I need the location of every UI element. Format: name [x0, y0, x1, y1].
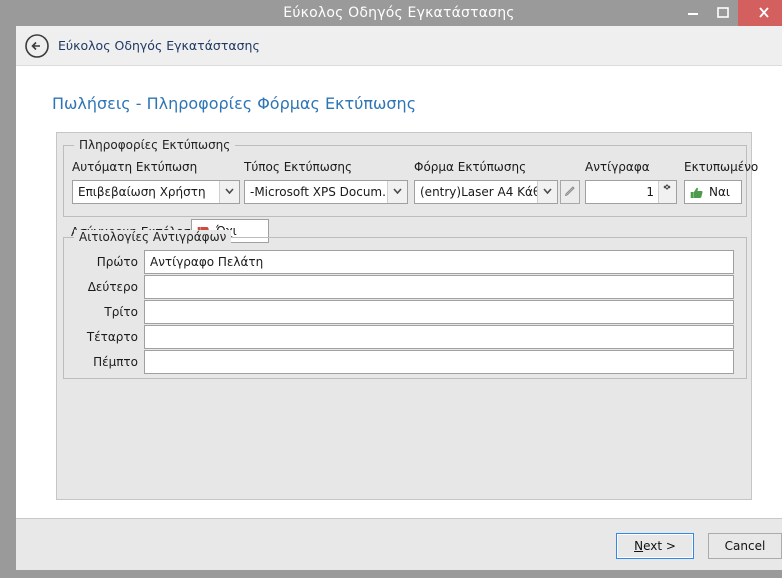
- reason-5-input[interactable]: [144, 350, 734, 374]
- print-type-combobox[interactable]: -Microsoft XPS Docum...: [244, 180, 408, 204]
- copies-spin-buttons[interactable]: [658, 181, 676, 203]
- reason-3-input[interactable]: [144, 300, 734, 324]
- minimize-button[interactable]: [678, 0, 708, 26]
- navigation-title: Εύκολος Οδηγός Εγκατάστασης: [58, 38, 260, 53]
- minimize-icon: [688, 13, 698, 15]
- reason-1-value: Αντίγραφο Πελάτη: [150, 255, 264, 269]
- copies-spinner[interactable]: 1: [585, 180, 677, 204]
- copy-reasons-group: Αιτιολογίες Αντιγράφων Πρώτο Αντίγραφο Π…: [63, 230, 747, 379]
- thumbs-up-icon: [690, 185, 704, 203]
- reason-4-input[interactable]: [144, 325, 734, 349]
- maximize-button[interactable]: [708, 0, 738, 26]
- copies-value: 1: [646, 185, 654, 199]
- chevron-down-icon[interactable]: [537, 181, 557, 203]
- reason-1-label: Πρώτο: [96, 255, 138, 269]
- chevron-down-icon: [663, 185, 671, 190]
- page-title: Πωλήσεις - Πληροφορίες Φόρμας Εκτύπωσης: [52, 94, 417, 113]
- title-bar: Εύκολος Οδηγός Εγκατάστασης: [8, 0, 782, 26]
- copy-reasons-group-legend: Αιτιολογίες Αντιγράφων: [74, 230, 232, 244]
- pencil-icon: [564, 186, 575, 197]
- auto-print-label: Αυτόματη Εκτύπωση: [72, 160, 198, 174]
- print-type-value: -Microsoft XPS Docum...: [250, 185, 394, 199]
- window-title: Εύκολος Οδηγός Εγκατάστασης: [283, 5, 515, 21]
- print-info-group-legend: Πληροφορίες Εκτύπωσης: [74, 138, 236, 152]
- application-window: Εύκολος Οδηγός Εγκατάστασης Εύκολος Οδηγ…: [0, 0, 782, 578]
- form-panel: Πληροφορίες Εκτύπωσης Αυτόματη Εκτύπωση …: [56, 132, 758, 500]
- printed-flag-field[interactable]: Ναι: [684, 180, 742, 204]
- navigation-bar: Εύκολος Οδηγός Εγκατάστασης: [16, 26, 782, 66]
- back-button[interactable]: [24, 33, 50, 59]
- reason-2-input[interactable]: [144, 275, 734, 299]
- reason-5-label: Πέμπτο: [93, 355, 138, 369]
- close-icon: [759, 7, 769, 18]
- cancel-button[interactable]: Cancel: [708, 533, 782, 559]
- print-form-value: (entry)Laser A4 Κάθ...: [420, 185, 552, 199]
- auto-print-value: Επιβεβαίωση Χρήστη: [78, 185, 206, 199]
- print-info-group: Πληροφορίες Εκτύπωσης Αυτόματη Εκτύπωση …: [63, 138, 758, 217]
- chevron-down-icon[interactable]: [387, 181, 407, 203]
- next-button-accel: N: [634, 539, 644, 553]
- back-arrow-icon: [25, 34, 49, 58]
- wizard-content: Πωλήσεις - Πληροφορίες Φόρμας Εκτύπωσης …: [16, 66, 782, 518]
- print-form-label: Φόρμα Εκτύπωσης: [414, 160, 527, 174]
- next-button[interactable]: Next >: [616, 533, 694, 559]
- copies-label: Αντίγραφα: [585, 160, 650, 174]
- reason-4-label: Τέταρτο: [86, 330, 138, 344]
- print-form-combobox[interactable]: (entry)Laser A4 Κάθ...: [414, 180, 558, 204]
- next-button-label: ext >: [643, 539, 676, 553]
- chevron-down-icon[interactable]: [219, 181, 239, 203]
- printed-label: Εκτυπωμένο: [684, 160, 759, 174]
- reason-2-label: Δεύτερο: [87, 280, 138, 294]
- reason-3-label: Τρίτο: [104, 305, 138, 319]
- dialog-footer: Next > Cancel: [16, 518, 782, 570]
- auto-print-combobox[interactable]: Επιβεβαίωση Χρήστη: [72, 180, 240, 204]
- reason-1-input[interactable]: Αντίγραφο Πελάτη: [144, 250, 734, 274]
- print-form-edit-button[interactable]: [560, 180, 580, 204]
- printed-value: Ναι: [709, 185, 730, 199]
- maximize-icon: [717, 7, 729, 18]
- close-button[interactable]: [738, 0, 782, 26]
- print-type-label: Τύπος Εκτύπωσης: [244, 160, 353, 174]
